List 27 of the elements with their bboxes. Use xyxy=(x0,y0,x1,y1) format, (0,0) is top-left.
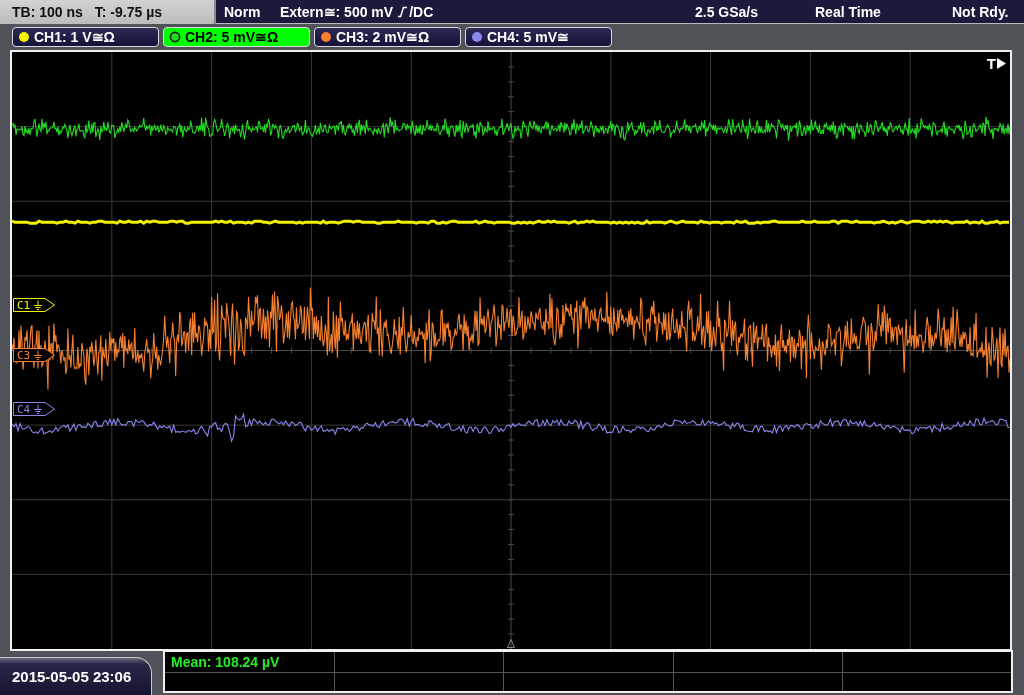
measurement-value: Mean: 108.24 µV xyxy=(171,653,280,670)
channel-marker[interactable]: C3 xyxy=(13,348,55,362)
channel-tab[interactable]: CH1: 1 V≅Ω xyxy=(12,27,159,47)
channel-tab[interactable]: CH2: 5 mV≅Ω xyxy=(163,27,310,47)
marker-label: C3 xyxy=(17,349,31,362)
ground-icon xyxy=(33,350,43,360)
trigger-arrow-icon xyxy=(997,58,1006,69)
channel-marker[interactable]: C4 xyxy=(13,402,55,416)
ground-icon xyxy=(33,300,43,310)
sample-rate-label: 2.5 GSa/s xyxy=(695,3,759,20)
trigger-mode-label: Norm xyxy=(224,3,261,20)
ground-icon xyxy=(33,404,43,414)
timebase-label: TB: 100 ns xyxy=(12,4,83,20)
trigger-position-icon xyxy=(507,639,515,648)
trigger-source-label: Extern≅: 500 mV xyxy=(280,3,394,20)
channel-tab[interactable]: CH3: 2 mV≅Ω xyxy=(314,27,461,47)
channel-tab[interactable]: CH4: 5 mV≅ xyxy=(465,27,612,47)
date-time-label: 2015-05-05 23:06 xyxy=(0,657,152,695)
marker-label: C4 xyxy=(17,403,31,416)
rising-edge-icon xyxy=(398,5,408,18)
trigger-coupling-label: /DC xyxy=(409,3,434,20)
channel-marker[interactable]: C1 xyxy=(13,298,55,312)
trigger-time-label: T: -9.75 µs xyxy=(94,4,163,20)
marker-label: C1 xyxy=(17,299,31,312)
status-label: Not Rdy. xyxy=(952,3,1009,20)
acquisition-mode-label: Real Time xyxy=(815,3,881,20)
trigger-label: T xyxy=(986,56,996,71)
